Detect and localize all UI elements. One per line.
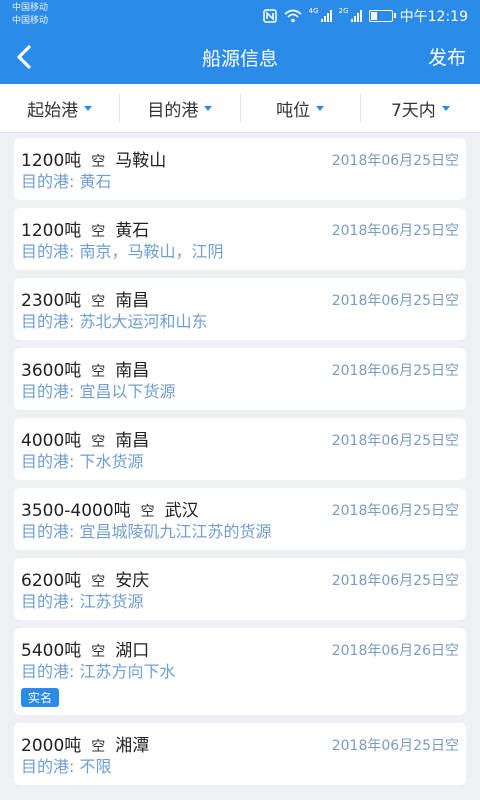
caret-down-icon — [204, 105, 213, 111]
listing-tonnage: 2300吨 — [21, 291, 82, 311]
filter-label: 7天内 — [390, 100, 436, 121]
listing-empty-label: 空 — [91, 224, 106, 240]
wifi-icon — [284, 9, 302, 23]
carrier-1: 中国移动 — [12, 3, 49, 13]
listing-date: 2018年06月25日空 — [331, 293, 459, 309]
dest-prefix: 目的港: — [21, 592, 80, 611]
carrier-info: 中国移动 中国移动 — [12, 2, 48, 28]
listing-origin-port: 武汉 — [164, 501, 199, 521]
listing-destination: 不限 — [79, 757, 112, 776]
listing-origin-port: 南昌 — [115, 291, 150, 311]
listing-origin-port: 马鞍山 — [115, 151, 167, 171]
caret-down-icon — [441, 105, 450, 111]
listing-empty-label: 空 — [91, 154, 106, 170]
listing-card[interactable]: 6200吨空安庆 2018年06月25日空 目的港: 江苏货源 — [14, 558, 466, 620]
listing-tonnage: 6200吨 — [21, 571, 82, 591]
net-label-1: 4G — [308, 7, 319, 15]
listing-empty-label: 空 — [91, 739, 106, 755]
filter-destination-port[interactable]: 目的港 — [119, 94, 239, 122]
filter-label: 目的港 — [147, 100, 199, 121]
listing-card[interactable]: 3600吨空南昌 2018年06月25日空 目的港: 宜昌以下货源 — [14, 348, 466, 410]
listing-card[interactable]: 2300吨空南昌 2018年06月25日空 目的港: 苏北大运河和山东 — [14, 278, 466, 340]
listing-origin-port: 安庆 — [115, 571, 150, 591]
filter-bar: 起始港 目的港 吨位 7天内 — [0, 84, 480, 133]
listing-destination: 南京，马鞍山，江阴 — [79, 242, 224, 261]
listing-destination: 下水货源 — [79, 452, 144, 471]
listing-empty-label: 空 — [91, 294, 106, 310]
verified-badge: 实名 — [21, 688, 60, 707]
app-header: 中国移动 中国移动 4G 2G 中午12:19 船源信息 发布 — [0, 0, 480, 84]
listing-date: 2018年06月25日空 — [331, 503, 459, 519]
filter-label: 吨位 — [276, 100, 311, 121]
filter-date-range[interactable]: 7天内 — [359, 94, 480, 122]
signal-2g-icon: 2G — [338, 7, 362, 22]
net-label-2: 2G — [338, 7, 349, 15]
battery-icon — [368, 10, 396, 22]
listing-empty-label: 空 — [91, 434, 106, 450]
listing-empty-label: 空 — [91, 644, 106, 660]
dest-prefix: 目的港: — [21, 662, 80, 681]
dest-prefix: 目的港: — [21, 757, 80, 776]
listing-card[interactable]: 5400吨空湖口 2018年06月26日空 目的港: 江苏方向下水 实名 — [14, 628, 466, 715]
ship-listing-list: 1200吨空马鞍山 2018年06月25日空 目的港: 黄石 1200吨空黄石 20… — [14, 138, 466, 793]
page-title: 船源信息 — [201, 48, 278, 70]
listing-tonnage: 1200吨 — [21, 151, 82, 171]
publish-button[interactable]: 发布 — [428, 43, 466, 70]
status-time: 中午12:19 — [399, 9, 468, 25]
listing-origin-port: 南昌 — [115, 361, 150, 381]
status-icons: 4G 2G 中午12:19 — [262, 6, 468, 26]
listing-origin-port: 黄石 — [115, 221, 150, 241]
caret-down-icon — [84, 105, 93, 111]
listing-destination: 黄石 — [79, 172, 112, 191]
dest-prefix: 目的港: — [21, 452, 80, 471]
listing-tonnage: 5400吨 — [21, 641, 82, 661]
dest-prefix: 目的港: — [21, 382, 80, 401]
listing-tonnage: 2000吨 — [21, 736, 82, 756]
listing-card[interactable]: 3500-4000吨空武汉 2018年06月25日空 目的港: 宜昌城陵矶九江江苏… — [14, 488, 466, 550]
listing-date: 2018年06月25日空 — [331, 433, 459, 449]
nav-bar: 船源信息 发布 — [0, 32, 480, 84]
dest-prefix: 目的港: — [21, 522, 80, 541]
listing-card[interactable]: 2000吨空湘潭 2018年06月25日空 目的港: 不限 — [14, 723, 466, 785]
listing-destination: 苏北大运河和山东 — [79, 312, 208, 331]
filter-tonnage[interactable]: 吨位 — [239, 94, 360, 122]
dest-prefix: 目的港: — [21, 312, 80, 331]
listing-empty-label: 空 — [91, 364, 106, 380]
listing-date: 2018年06月25日空 — [331, 363, 459, 379]
listing-origin-port: 南昌 — [115, 431, 150, 451]
listing-date: 2018年06月25日空 — [331, 223, 459, 239]
listing-date: 2018年06月25日空 — [331, 738, 459, 754]
listing-empty-label: 空 — [140, 504, 155, 520]
listing-empty-label: 空 — [91, 574, 106, 590]
dest-prefix: 目的港: — [21, 242, 80, 261]
filter-label: 起始港 — [27, 100, 79, 121]
listing-destination: 江苏方向下水 — [79, 662, 176, 681]
listing-card[interactable]: 1200吨空黄石 2018年06月25日空 目的港: 南京，马鞍山，江阴 — [14, 208, 466, 270]
listing-tonnage: 1200吨 — [21, 221, 82, 241]
listing-origin-port: 湖口 — [115, 641, 150, 661]
listing-date: 2018年06月25日空 — [331, 573, 459, 589]
listing-tonnage: 4000吨 — [21, 431, 82, 451]
signal-4g-icon: 4G — [308, 7, 332, 22]
dest-prefix: 目的港: — [21, 172, 80, 191]
filter-origin-port[interactable]: 起始港 — [0, 94, 119, 122]
listing-destination: 宜昌城陵矶九江江苏的货源 — [79, 522, 272, 541]
carrier-2: 中国移动 — [12, 16, 49, 26]
listing-destination: 江苏货源 — [79, 592, 144, 611]
listing-tonnage: 3600吨 — [21, 361, 82, 381]
listing-card[interactable]: 1200吨空马鞍山 2018年06月25日空 目的港: 黄石 — [14, 138, 466, 200]
listing-date: 2018年06月26日空 — [331, 643, 459, 659]
nfc-icon — [262, 9, 277, 23]
listing-date: 2018年06月25日空 — [331, 153, 459, 169]
caret-down-icon — [316, 105, 325, 111]
listing-origin-port: 湘潭 — [115, 736, 150, 756]
listing-card[interactable]: 4000吨空南昌 2018年06月25日空 目的港: 下水货源 — [14, 418, 466, 480]
status-bar: 中国移动 中国移动 4G 2G 中午12:19 — [0, 0, 480, 32]
listing-destination: 宜昌以下货源 — [79, 382, 176, 401]
listing-tonnage: 3500-4000吨 — [21, 501, 131, 521]
